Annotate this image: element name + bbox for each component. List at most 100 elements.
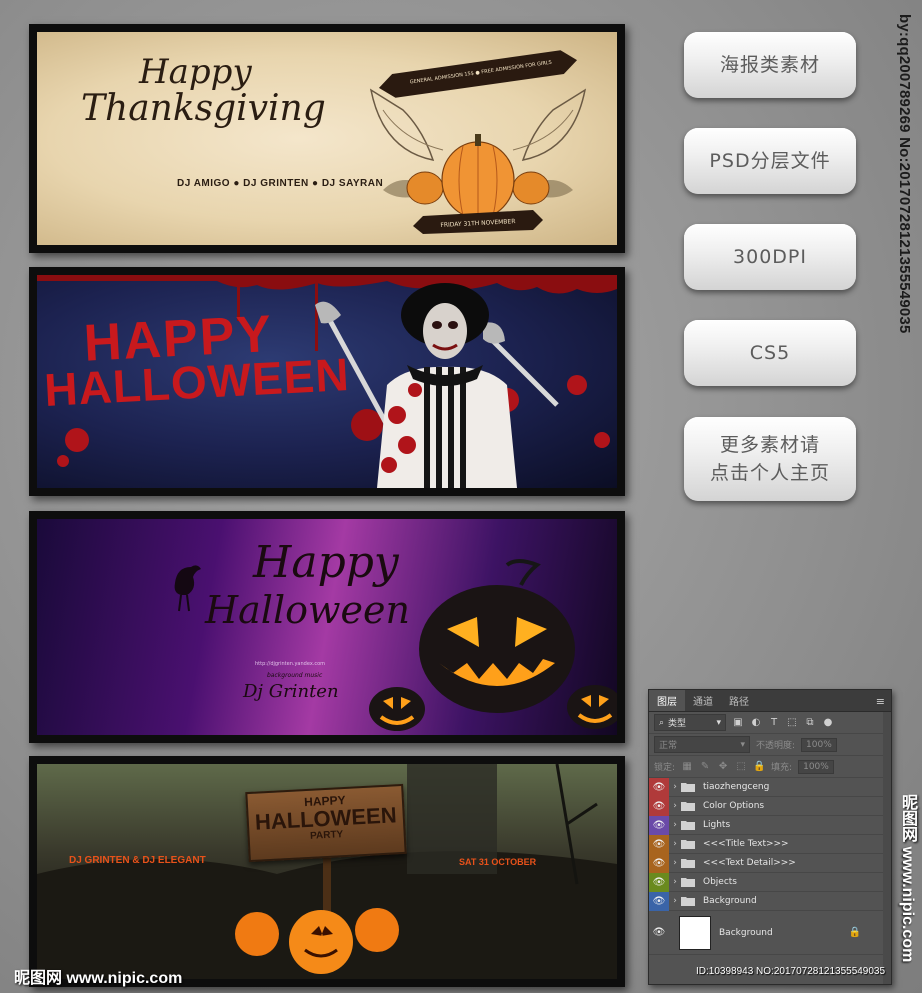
- chevron-right-icon[interactable]: ›: [669, 858, 681, 868]
- folder-icon: [681, 821, 695, 830]
- halloween-clown-poster-canvas: HAPPY HALLOWEEN: [37, 275, 617, 488]
- pixel-filter-icon[interactable]: ▣: [732, 717, 744, 728]
- filter-kind-label: 类型: [668, 719, 687, 729]
- halloween-clown-poster: HAPPY HALLOWEEN: [29, 267, 625, 496]
- chevron-right-icon[interactable]: ›: [669, 782, 681, 792]
- party-date-text: SAT 31 OCTOBER: [459, 857, 537, 867]
- layer-name: <<<Text Detail>>>: [703, 858, 796, 868]
- halloween-party-poster-canvas: HAPPY HALLOWEEN PARTY DJ GRINTEN & DJ EL…: [37, 764, 617, 979]
- tab-paths[interactable]: 路径: [721, 690, 757, 711]
- lock-position-icon[interactable]: ✥: [717, 761, 729, 772]
- layer-name: Objects: [703, 877, 738, 887]
- adjustment-filter-icon[interactable]: ◐: [750, 717, 762, 728]
- info-button-more-materials[interactable]: 更多素材请 点击个人主页: [684, 417, 856, 501]
- eye-icon[interactable]: 👁: [649, 834, 669, 854]
- layers-panel: 图层 通道 路径 ≡ ⌕ 类型 ▾ ▣ ◐ T ⬚ ⧉ ● 正常 ▾ 不透明度:…: [648, 689, 892, 985]
- layer-row[interactable]: 👁 › Lights: [649, 815, 891, 835]
- shape-filter-icon[interactable]: ⬚: [786, 717, 798, 728]
- blend-mode-select[interactable]: 正常 ▾: [654, 736, 750, 753]
- eye-icon[interactable]: 👁: [649, 777, 669, 797]
- jack-o-lantern-illustration: [369, 559, 617, 731]
- halloween-pumpkin-url: http://djgrinten.yandex.com: [255, 661, 326, 667]
- lock-transparent-icon[interactable]: ▦: [681, 761, 693, 772]
- cornucopia-pumpkin-illustration: GENERAL ADMISSION 15$ ● FREE ADMISSION F…: [369, 50, 587, 234]
- layer-name: Color Options: [703, 801, 765, 811]
- opacity-value: 100%: [806, 739, 832, 750]
- crow-icon: [174, 565, 201, 612]
- fill-label: 填充:: [771, 763, 793, 773]
- eye-icon[interactable]: 👁: [649, 872, 669, 892]
- layer-name: <<<Title Text>>>: [703, 839, 789, 849]
- thanksgiving-poster: Happy Thanksgiving DJ AMIGO ● DJ GRINTEN…: [29, 24, 625, 253]
- filter-toggle-icon[interactable]: ●: [822, 717, 834, 728]
- layers-list: 👁 › tiaozhengceng 👁 › Color Options 👁 › Lights 👁 ›…: [649, 777, 891, 911]
- info-button-version[interactable]: CS5: [684, 320, 856, 386]
- chevron-right-icon[interactable]: ›: [669, 801, 681, 811]
- type-filter-icon[interactable]: T: [768, 717, 780, 728]
- layers-scrollbar[interactable]: [883, 712, 891, 984]
- layer-row[interactable]: 👁 › <<<Title Text>>>: [649, 834, 891, 854]
- layer-row[interactable]: 👁 › Color Options: [649, 796, 891, 816]
- lock-row: 锁定: ▦ ✎ ✥ ⬚ 🔒 填充: 100%: [649, 756, 891, 778]
- eye-icon[interactable]: 👁: [649, 815, 669, 835]
- chevron-right-icon[interactable]: ›: [669, 877, 681, 887]
- folder-icon: [681, 840, 695, 849]
- tab-channels[interactable]: 通道: [685, 690, 721, 711]
- tab-layers[interactable]: 图层: [649, 690, 685, 711]
- eye-icon[interactable]: 👁: [649, 853, 669, 873]
- layer-row[interactable]: 👁 › tiaozhengceng: [649, 777, 891, 797]
- eye-icon[interactable]: 👁: [649, 796, 669, 816]
- info-button-resolution[interactable]: 300DPI: [684, 224, 856, 290]
- opacity-label: 不透明度:: [756, 741, 796, 751]
- thanksgiving-title-line1: Happy: [139, 52, 252, 92]
- halloween-clown-title: HAPPY HALLOWEEN: [41, 305, 351, 416]
- party-djs-text: DJ GRINTEN & DJ ELEGANT: [69, 855, 206, 866]
- lock-all-icon[interactable]: 🔒: [753, 761, 765, 772]
- layer-name: tiaozhengceng: [703, 782, 770, 792]
- layer-background-image[interactable]: 👁 Background 🔒: [649, 911, 891, 955]
- filter-kind-select[interactable]: ⌕ 类型 ▾: [654, 714, 726, 731]
- thanksgiving-poster-canvas: Happy Thanksgiving DJ AMIGO ● DJ GRINTEN…: [37, 32, 617, 245]
- info-button-poster-material[interactable]: 海报类素材: [684, 32, 856, 98]
- chevron-right-icon[interactable]: ›: [669, 839, 681, 849]
- folder-icon: [681, 859, 695, 868]
- search-icon: ⌕: [659, 717, 665, 728]
- layer-thumbnail: [679, 915, 711, 950]
- thanksgiving-title-line2: Thanksgiving: [81, 88, 326, 129]
- layer-name: Background: [703, 896, 757, 906]
- layer-name: Lights: [703, 820, 731, 830]
- chevron-down-icon: ▾: [716, 717, 721, 728]
- halloween-pumpkin-poster: Happy Halloween http://djgrinten.yandex.…: [29, 511, 625, 743]
- clown-figure-illustration: [315, 283, 559, 488]
- folder-icon: [681, 802, 695, 811]
- smart-object-filter-icon[interactable]: ⧉: [804, 717, 816, 728]
- chevron-right-icon[interactable]: ›: [669, 820, 681, 830]
- thanksgiving-djs: DJ AMIGO ● DJ GRINTEN ● DJ SAYRAN: [177, 178, 384, 189]
- image-id-watermark: ID:10398943 NO:20170728121355549035: [696, 966, 886, 977]
- lock-artboard-icon[interactable]: ⬚: [735, 761, 747, 772]
- folder-icon: [681, 783, 695, 792]
- opacity-input[interactable]: 100%: [801, 737, 837, 752]
- layer-row[interactable]: 👁 › Background: [649, 891, 891, 911]
- layer-row[interactable]: 👁 › Objects: [649, 872, 891, 892]
- folder-icon: [681, 878, 695, 887]
- lock-icon: 🔒: [848, 927, 861, 938]
- chevron-right-icon[interactable]: ›: [669, 896, 681, 906]
- info-button-psd-layers[interactable]: PSD分层文件: [684, 128, 856, 194]
- layer-row[interactable]: 👁 › <<<Text Detail>>>: [649, 853, 891, 873]
- lock-pixels-icon[interactable]: ✎: [699, 761, 711, 772]
- folder-icon: [681, 897, 695, 906]
- author-id-vertical: by:qq20078926​9 No:20170728121355549035: [896, 14, 913, 334]
- wooden-sign: HAPPY HALLOWEEN PARTY: [245, 783, 407, 863]
- chevron-down-icon: ▾: [740, 739, 745, 750]
- layer-name: Background: [719, 927, 773, 938]
- nipic-watermark: 昵图网 www.nipic.com: [14, 970, 183, 987]
- dj-signature: Dj Grinten: [243, 681, 339, 702]
- panel-menu-icon[interactable]: ≡: [876, 695, 885, 708]
- layer-filter-row: ⌕ 类型 ▾ ▣ ◐ T ⬚ ⧉ ●: [649, 712, 891, 734]
- eye-icon[interactable]: 👁: [649, 923, 669, 942]
- eye-icon[interactable]: 👁: [649, 891, 669, 911]
- fill-input[interactable]: 100%: [798, 759, 834, 774]
- blend-row: 正常 ▾ 不透明度: 100%: [649, 734, 891, 756]
- thanksgiving-title: Happy Thanksgiving: [81, 52, 326, 129]
